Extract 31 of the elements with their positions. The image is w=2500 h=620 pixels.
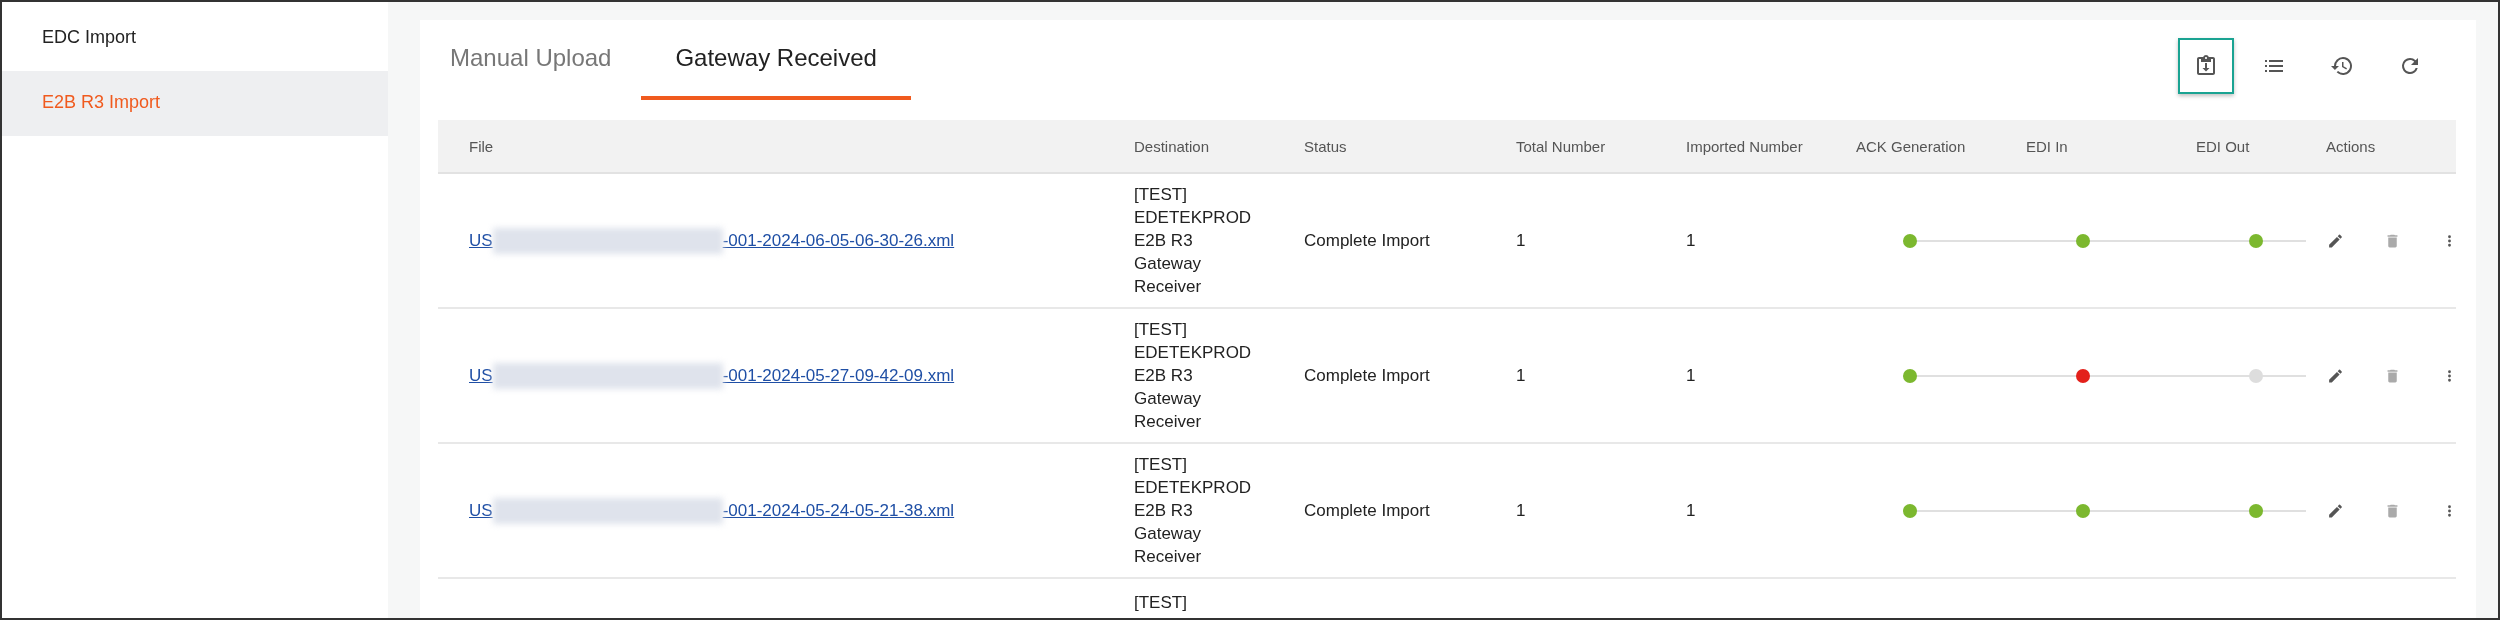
column-header: File (468, 137, 495, 155)
history-icon (2330, 54, 2354, 78)
file-link[interactable]: US -001-2024-05-27-09-42-09.xml (469, 362, 955, 389)
table-cell: Complete Import (1304, 500, 1430, 520)
table-cell: 1 (1686, 365, 1696, 385)
column-header: Destination (1133, 137, 1211, 155)
table-cell: 1 (1516, 365, 1526, 385)
table-cell: 1 (1516, 230, 1526, 250)
file-link[interactable]: US -001-2024-05-24-05-21-38.xml (469, 497, 955, 524)
table-cell: Complete Import (1304, 365, 1430, 385)
column-header: EDI In (2025, 137, 2069, 155)
clipboard-button[interactable] (2178, 38, 2234, 94)
table-cell-text: [TEST] EDETEKPROD E2B R3 Gateway Receiver (1133, 319, 1253, 433)
tab[interactable]: Manual Upload (450, 20, 642, 96)
file-link[interactable]: US -001-2024-06-05-06-30-26.xml (469, 227, 955, 254)
tab[interactable]: Gateway Received (641, 20, 911, 100)
column-header: Actions (2325, 137, 2377, 155)
table-cell: 1 (1686, 230, 1696, 250)
column-header: Imported Number (1685, 137, 1804, 155)
table-cell: 1 (1686, 500, 1696, 520)
column-header: Total Number (1515, 137, 1607, 155)
clipboard-download-icon (2194, 54, 2218, 78)
table-cell: 1 (1516, 500, 1526, 520)
column-header: ACK Generation (1855, 137, 1967, 155)
column-header: EDI Out (2195, 137, 2251, 155)
table-cell-text: [TEST] EDETEKPROD E2B R3 Gateway Receiver (1133, 454, 1253, 568)
table-cell-text: [TEST] EDETEKPROD E2B R3 Gateway Receiver (1133, 184, 1253, 298)
sidebar-item[interactable]: EDC Import (2, 6, 388, 71)
table-cell: Complete Import (1304, 230, 1430, 250)
column-header: Status (1303, 137, 1348, 155)
table-cell-text: [TEST] (1133, 592, 1188, 614)
